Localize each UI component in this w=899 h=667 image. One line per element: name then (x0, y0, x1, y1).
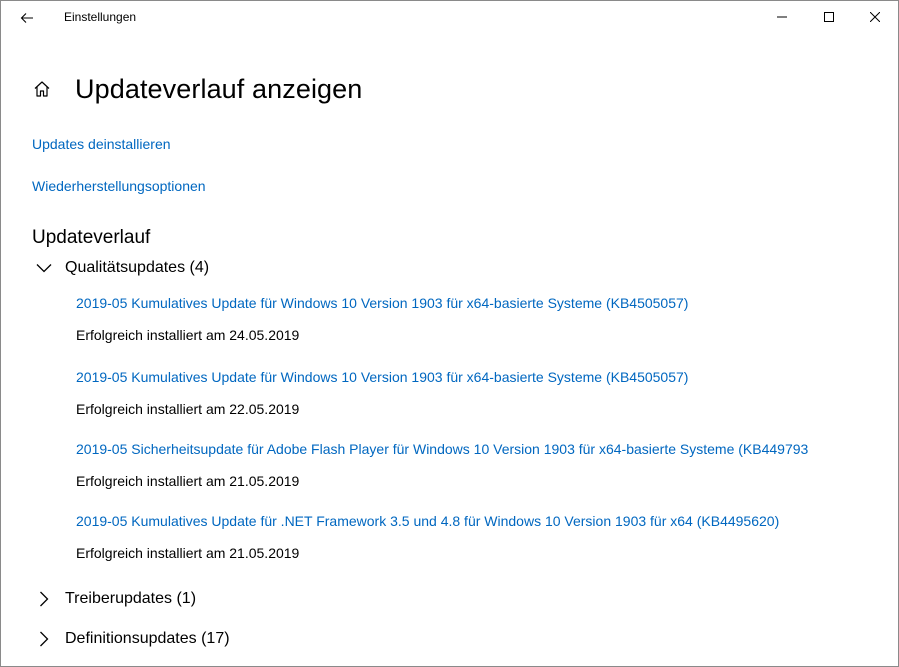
minimize-icon (777, 16, 787, 18)
home-icon[interactable] (31, 78, 53, 100)
update-link[interactable]: 2019-05 Kumulatives Update für .NET Fram… (76, 512, 896, 530)
page-header: Updateverlauf anzeigen (31, 69, 362, 109)
maximize-icon (824, 12, 834, 22)
update-status: Erfolgreich installiert am 24.05.2019 (76, 327, 300, 343)
group-label: Treiberupdates (1) (65, 590, 197, 607)
update-link[interactable]: 2019-05 Sicherheitsupdate für Adobe Flas… (76, 440, 896, 458)
list-item: 2019-05 Kumulatives Update für .NET Fram… (76, 512, 896, 562)
chevron-down-icon (35, 259, 53, 277)
close-icon (870, 12, 880, 22)
list-item: 2019-05 Kumulatives Update für Windows 1… (76, 294, 896, 344)
uninstall-updates-link[interactable]: Updates deinstallieren (32, 136, 171, 152)
page-title: Updateverlauf anzeigen (75, 73, 363, 104)
recovery-options-link[interactable]: Wiederherstellungsoptionen (32, 178, 206, 194)
update-status: Erfolgreich installiert am 21.05.2019 (76, 473, 300, 489)
chevron-right-icon (35, 630, 53, 648)
maximize-button[interactable] (806, 1, 852, 33)
title-bar: Einstellungen (1, 1, 898, 33)
update-link[interactable]: 2019-05 Kumulatives Update für Windows 1… (76, 368, 896, 386)
update-status: Erfolgreich installiert am 21.05.2019 (76, 545, 300, 561)
group-label: Qualitätsupdates (4) (65, 259, 210, 276)
group-driver-updates[interactable]: Treiberupdates (1) (35, 587, 196, 611)
group-definition-updates[interactable]: Definitionsupdates (17) (35, 627, 230, 651)
settings-window: Einstellungen Updateverlauf anzeigen Upd… (0, 0, 899, 667)
window-title: Einstellungen (64, 10, 137, 24)
group-quality-updates[interactable]: Qualitätsupdates (4) (35, 256, 209, 280)
arrow-left-icon (20, 13, 33, 23)
chevron-right-icon (35, 590, 53, 608)
update-link[interactable]: 2019-05 Kumulatives Update für Windows 1… (76, 294, 896, 312)
list-item: 2019-05 Kumulatives Update für Windows 1… (76, 368, 896, 418)
minimize-button[interactable] (759, 1, 805, 33)
close-button[interactable] (852, 1, 898, 33)
list-item: 2019-05 Sicherheitsupdate für Adobe Flas… (76, 440, 896, 490)
back-button[interactable] (13, 7, 41, 29)
update-status: Erfolgreich installiert am 22.05.2019 (76, 401, 300, 417)
section-heading: Updateverlauf (32, 227, 151, 248)
group-label: Definitionsupdates (17) (65, 630, 230, 647)
